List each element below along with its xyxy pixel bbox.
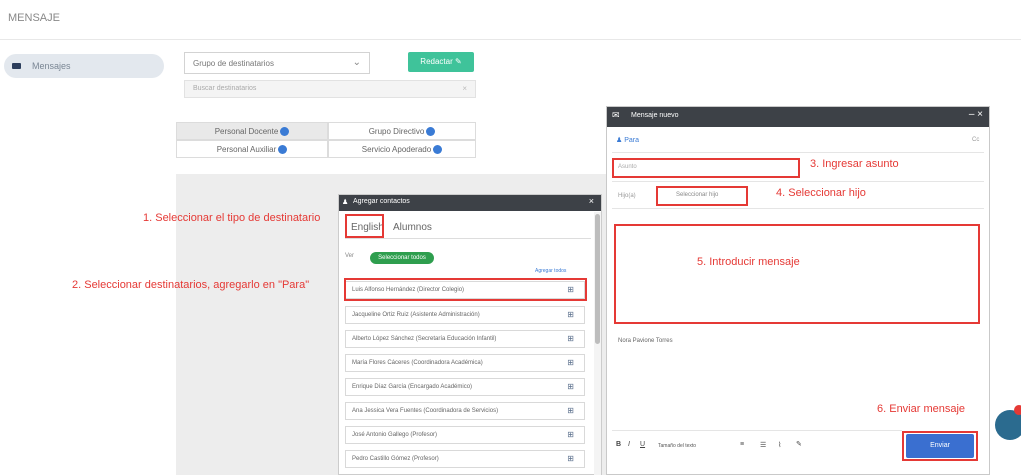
category-guardians[interactable]: Servicio Apoderado: [328, 140, 476, 158]
search-clear-icon: ×: [462, 84, 467, 93]
field-divider: [612, 208, 984, 209]
contact-name: Jacqueline Ortiz Ruiz (Asistente Adminis…: [352, 312, 480, 318]
sidebar-item-messages[interactable]: Mensajes: [4, 54, 164, 78]
category-label: Personal Docente: [214, 127, 279, 136]
sidebar-item-label: Mensajes: [32, 61, 71, 71]
tab-divider: [345, 238, 591, 239]
list-item[interactable]: Pedro Castillo Gómez (Profesor) ⊞: [345, 450, 585, 468]
child-label: Hijo(a): [618, 193, 636, 199]
toolbar-divider: [612, 430, 902, 431]
panel-title: Mensaje nuevo: [631, 112, 679, 119]
add-icon[interactable]: ⊞: [567, 382, 574, 391]
align-icon[interactable]: ≡: [740, 441, 744, 448]
count-badge: [278, 145, 288, 155]
notification-dot: [1014, 405, 1021, 415]
recipient-type-select[interactable]: Grupo de destinatarios ⌄: [184, 52, 370, 74]
field-divider: [612, 181, 984, 182]
underline-icon[interactable]: U: [640, 441, 645, 448]
highlight-subject: [612, 158, 800, 178]
category-label: Personal Auxiliar: [216, 145, 277, 154]
envelope-icon: [12, 63, 21, 69]
list-item[interactable]: Jacqueline Ortiz Ruiz (Asistente Adminis…: [345, 306, 585, 324]
to-field[interactable]: ♟ Para: [616, 136, 639, 144]
category-staff[interactable]: Personal Auxiliar: [176, 140, 328, 158]
scrollbar[interactable]: [594, 212, 601, 475]
annotation-step-5: 5. Introducir mensaje: [697, 256, 800, 268]
close-icon[interactable]: ×: [589, 196, 594, 206]
count-badge: [433, 145, 443, 155]
font-size-select[interactable]: Tamaño del texto: [658, 443, 696, 449]
list-icon[interactable]: ☰: [760, 441, 766, 449]
highlight-child: [656, 186, 748, 206]
count-badge: [426, 127, 436, 137]
annotation-step-4: 4. Seleccionar hijo: [776, 187, 866, 199]
category-teachers[interactable]: Personal Docente: [176, 122, 328, 140]
add-icon[interactable]: ⊞: [567, 454, 574, 463]
message-body-input[interactable]: [614, 224, 980, 324]
signature-text: Nora Pavione Torres: [618, 338, 673, 344]
panel-title: Agregar contactos: [353, 198, 410, 205]
recipient-search-input[interactable]: Buscar destinatarios ×: [184, 80, 476, 98]
link-icon[interactable]: ✎: [796, 440, 802, 448]
highlight-contact: [344, 278, 587, 301]
window-controls-icon[interactable]: – ×: [969, 109, 983, 120]
filter-label: Ver: [345, 253, 355, 259]
annotation-step-6: 6. Enviar mensaje: [877, 403, 966, 415]
add-icon[interactable]: ⊞: [567, 334, 574, 343]
contact-name: Alberto López Sánchez (Secretaría Educac…: [352, 336, 497, 342]
scrollbar-thumb[interactable]: [595, 214, 600, 344]
contact-name: José Antonio Gallego (Profesor): [352, 432, 438, 438]
category-label: Grupo Directivo: [368, 127, 425, 136]
add-icon[interactable]: ⊞: [567, 430, 574, 439]
category-directors[interactable]: Grupo Directivo: [328, 122, 476, 140]
list-item[interactable]: María Flores Cáceres (Coordinadora Acadé…: [345, 354, 585, 372]
add-all-link[interactable]: Agregar todos: [535, 268, 566, 274]
panel-header: Mensaje nuevo – ×: [607, 107, 989, 127]
list-item[interactable]: Ana Jessica Vera Fuentes (Coordinadora d…: [345, 402, 585, 420]
italic-icon[interactable]: I: [628, 441, 630, 448]
highlight-tab: [345, 214, 384, 238]
user-plus-icon: ♟: [342, 199, 349, 206]
annotation-step-3: 3. Ingresar asunto: [810, 158, 899, 170]
list-item[interactable]: José Antonio Gallego (Profesor) ⊞: [345, 426, 585, 444]
list-item[interactable]: Enrique Díaz García (Encargado Académico…: [345, 378, 585, 396]
new-message-label: Redactar: [420, 57, 453, 66]
to-label: Para: [624, 137, 640, 144]
chevron-down-icon: ⌄: [352, 57, 361, 68]
new-message-button[interactable]: Redactar ✎: [408, 52, 474, 72]
attach-icon[interactable]: ⌇: [778, 441, 781, 449]
field-divider: [612, 152, 984, 153]
count-badge: [280, 127, 290, 137]
panel-header: Agregar contactos ×: [339, 195, 601, 211]
contact-name: Pedro Castillo Gómez (Profesor): [352, 456, 439, 462]
add-icon[interactable]: ⊞: [567, 358, 574, 367]
tab-students[interactable]: Alumnos: [393, 222, 432, 233]
recipient-search-placeholder: Buscar destinatarios: [193, 85, 257, 92]
contact-name: María Flores Cáceres (Coordinadora Acadé…: [352, 360, 483, 366]
recipient-type-value: Grupo de destinatarios: [193, 59, 274, 68]
category-label: Servicio Apoderado: [361, 145, 432, 154]
page-title: MENSAJE: [8, 12, 60, 24]
add-icon[interactable]: ⊞: [567, 406, 574, 415]
annotation-step-1: 1. Seleccionar el tipo de destinatario: [143, 212, 321, 224]
contact-name: Ana Jessica Vera Fuentes (Coordinadora d…: [352, 408, 499, 414]
highlight-send: [902, 431, 978, 461]
add-icon[interactable]: ⊞: [567, 310, 574, 319]
select-all-pill[interactable]: Seleccionar todos: [370, 252, 434, 264]
bold-icon[interactable]: B: [616, 441, 621, 448]
annotation-step-2: 2. Seleccionar destinatarios, agregarlo …: [72, 279, 310, 291]
list-item[interactable]: Alberto López Sánchez (Secretaría Educac…: [345, 330, 585, 348]
cc-link[interactable]: Cc: [972, 137, 979, 143]
contact-name: Enrique Díaz García (Encargado Académico…: [352, 384, 473, 390]
top-bar: MENSAJE: [0, 0, 1021, 40]
envelope-icon: ✉: [612, 110, 620, 120]
